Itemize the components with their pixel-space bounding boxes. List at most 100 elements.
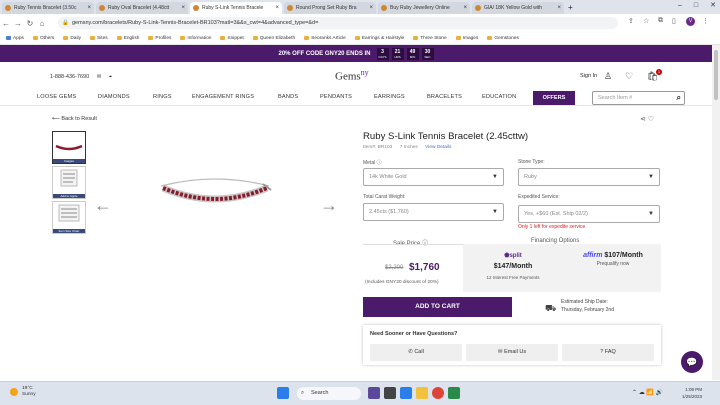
browser-tab[interactable]: Ruby Tennis Bracelet (3.50c ×	[2, 2, 94, 14]
split-option[interactable]: ⬟split $147/Month 12 Interest Free Payme…	[483, 252, 543, 280]
extensions-icon[interactable]: ⧉	[658, 17, 663, 25]
back-to-result-link[interactable]: ⟵ Back to Result	[52, 116, 97, 122]
thumbnail-image[interactable]: Add to Apple	[52, 166, 86, 199]
bookmark-item[interactable]: Profiles	[148, 36, 171, 41]
menu-item-diamonds[interactable]: DIAMONDS	[98, 94, 130, 100]
menu-item-loose-gems[interactable]: LOOSE GEMS	[37, 94, 76, 100]
browser-tab[interactable]: GIA/ 18K Yellow Gold with ×	[472, 2, 564, 14]
edge-icon[interactable]	[400, 387, 412, 399]
faq-button[interactable]: ? FAQ	[562, 344, 654, 361]
minimize-icon[interactable]: –	[678, 0, 682, 12]
call-button[interactable]: ✆ Call	[370, 344, 462, 361]
menu-item-pendants[interactable]: PENDANTS	[320, 94, 352, 100]
close-tab-icon[interactable]: ×	[275, 2, 279, 14]
chat-app-icon[interactable]	[368, 387, 380, 399]
close-tab-icon[interactable]: ×	[463, 2, 467, 14]
user-icon[interactable]: ♙	[604, 71, 612, 82]
sign-in-link[interactable]: Sign In	[580, 73, 597, 79]
bookmark-item[interactable]: Others	[32, 36, 54, 41]
email-us-button[interactable]: ✉ Email Us	[466, 344, 558, 361]
next-image-arrow-icon[interactable]: →	[320, 195, 338, 216]
chat-bubble-icon[interactable]: 💬	[681, 351, 703, 373]
menu-item-earrings[interactable]: EARRINGS	[374, 94, 405, 100]
carat-weight-select[interactable]: 2.45cts ($1,760) ▼	[363, 203, 504, 221]
location-icon[interactable]: ⌖	[109, 74, 112, 80]
share-icon[interactable]: ⋖ ♡	[640, 115, 654, 123]
menu-item-bracelets[interactable]: BRACELETS	[427, 94, 462, 100]
email-icon[interactable]: ✉	[97, 74, 102, 80]
sale-price: $1,760	[409, 262, 440, 273]
bookmark-item[interactable]: Sites	[90, 36, 108, 41]
menu-item-offers[interactable]: OFFERS	[533, 91, 575, 105]
bookmark-item[interactable]: Information	[180, 36, 211, 41]
close-tab-icon[interactable]: ×	[181, 2, 185, 14]
file-explorer-icon[interactable]	[416, 387, 428, 399]
windows-start-icon[interactable]	[277, 387, 289, 399]
system-tray[interactable]: ⌃ ☁ 📶 🔊	[632, 389, 663, 396]
site-search-input[interactable]: Search Item # ⌕	[592, 91, 685, 105]
add-to-cart-button[interactable]: ADD TO CART	[363, 297, 512, 317]
menu-item-engagement-rings[interactable]: ENGAGEMENT RINGS	[192, 94, 254, 100]
bookmark-item[interactable]: Three Stone	[413, 36, 447, 41]
browser-tab-active[interactable]: Ruby S-Link Tennis Bracele ×	[190, 2, 282, 14]
menu-item-rings[interactable]: RINGS	[153, 94, 172, 100]
scrollbar-thumb[interactable]	[714, 50, 718, 100]
thumbnail-image[interactable]: Images	[52, 131, 86, 164]
forward-arrow-icon[interactable]: →	[12, 19, 24, 28]
menu-item-education[interactable]: EDUCATION	[482, 94, 516, 100]
bookmark-item[interactable]: Snippet	[220, 36, 244, 41]
prequalify-link[interactable]: Prequalify now	[573, 261, 653, 267]
product-meta: Item#: BR103 7 Inches View Details	[363, 145, 452, 150]
url-field[interactable]: 🔒 gemsny.com/bracelets/Ruby-S-Link-Tennis…	[58, 17, 618, 29]
share-icon[interactable]: ⇪	[628, 17, 634, 25]
new-tab-button[interactable]: +	[568, 2, 573, 14]
expedited-service-select[interactable]: Yes, +$60 (Est. Ship 02/2) ▼	[518, 205, 660, 223]
affirm-option[interactable]: affirm $107/Month Prequalify now	[573, 252, 653, 267]
browser-tab[interactable]: Buy Ruby Jewellery Online ×	[378, 2, 470, 14]
sidebar-icon[interactable]: ▯	[672, 17, 676, 25]
home-icon[interactable]: ⌂	[36, 19, 48, 28]
chrome-icon[interactable]	[432, 387, 444, 399]
promo-banner[interactable]: 20% OFF CODE GNY20 ENDS IN 3 DAYS 21 HRS 4…	[0, 45, 712, 62]
reload-icon[interactable]: ↻	[24, 19, 36, 28]
stone-type-select[interactable]: Ruby ▼	[518, 168, 660, 186]
bookmark-star-icon[interactable]: ☆	[643, 17, 649, 25]
maximize-icon[interactable]: □	[694, 0, 698, 12]
back-arrow-icon[interactable]: ←	[0, 19, 12, 28]
product-image[interactable]	[155, 170, 275, 220]
view-details-link[interactable]: View Details	[425, 145, 451, 150]
bookmark-item[interactable]: Gemstones	[487, 36, 519, 41]
excel-icon[interactable]	[448, 387, 460, 399]
split-logo: ⬟split	[504, 253, 522, 259]
bookmark-item[interactable]: Earrings & Hairstyle	[354, 36, 404, 41]
bookmark-item[interactable]: Apps	[6, 36, 24, 41]
close-tab-icon[interactable]: ×	[369, 2, 373, 14]
profile-avatar[interactable]: V	[686, 17, 695, 26]
search-icon[interactable]: ⌕	[677, 92, 681, 104]
phone-number[interactable]: 1-888-436-7690 ✉ ⌖	[50, 74, 112, 81]
weather-widget[interactable]: 19°C Sunny	[10, 386, 36, 398]
affirm-logo: affirm	[583, 252, 603, 259]
close-tab-icon[interactable]: ×	[87, 2, 91, 14]
close-window-icon[interactable]: ✕	[710, 0, 716, 12]
close-tab-icon[interactable]: ×	[557, 2, 561, 14]
browser-tab[interactable]: Round Prong Set Ruby Bra ×	[284, 2, 376, 14]
browser-tab[interactable]: Ruby Oval Bracelet (4.48ctt ×	[96, 2, 188, 14]
bookmark-item[interactable]: Queen Elizabeth	[252, 36, 295, 41]
menu-item-bands[interactable]: BANDS	[278, 94, 298, 100]
thumbnail-image[interactable]: Item Size Chart	[52, 201, 86, 234]
wishlist-heart-icon[interactable]: ♡	[625, 71, 633, 82]
bookmark-item[interactable]: Seoranks Article	[304, 36, 346, 41]
browser-menu-icon[interactable]: ⋮	[702, 17, 709, 25]
bookmark-item[interactable]: English	[116, 36, 139, 41]
metal-select[interactable]: 14k White Gold ▼	[363, 168, 504, 186]
prev-image-arrow-icon[interactable]: ←	[94, 195, 112, 216]
bookmark-item[interactable]: Daily	[63, 36, 81, 41]
page-scrollbar[interactable]	[712, 45, 720, 380]
bookmark-item[interactable]: Images	[455, 36, 478, 41]
clock[interactable]: 1:09 PM 1/25/2023	[682, 386, 702, 400]
info-icon[interactable]: ⓘ	[377, 160, 382, 166]
site-logo[interactable]: Gemsny	[335, 68, 369, 83]
taskbar-search[interactable]: ⌕ Search	[297, 387, 361, 400]
task-view-icon[interactable]	[384, 387, 396, 399]
